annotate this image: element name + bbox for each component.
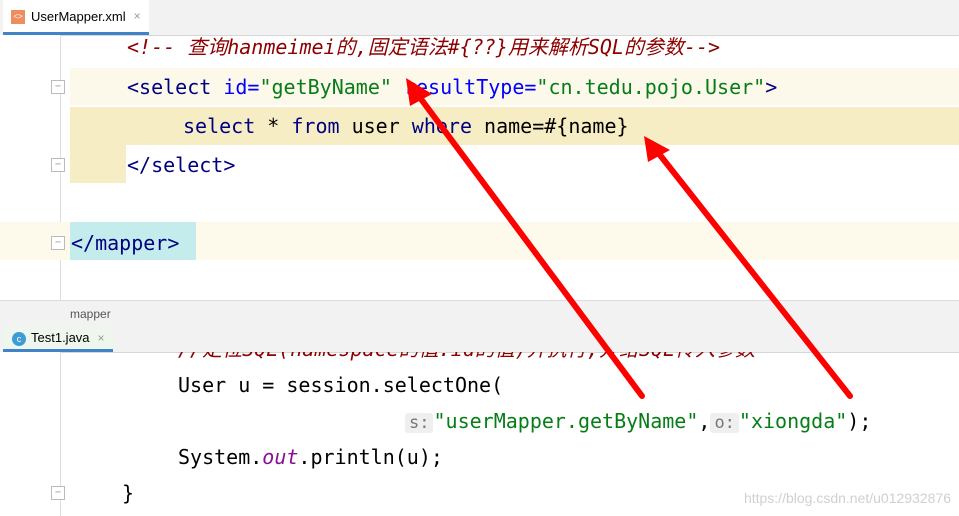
arrow-to-id	[415, 92, 645, 399]
annotation-arrows	[406, 78, 853, 399]
arrow-to-param	[653, 147, 853, 399]
arrowhead	[406, 78, 432, 106]
